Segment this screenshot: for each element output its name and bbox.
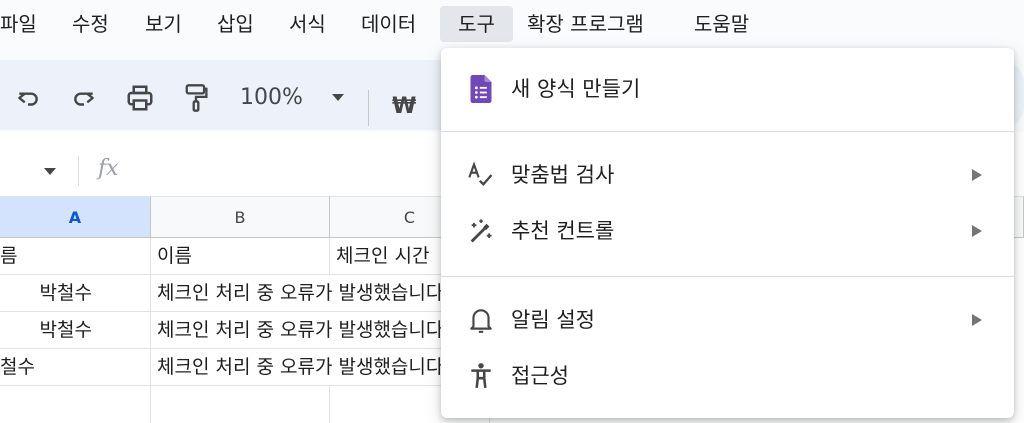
column-header-a[interactable]: A <box>0 196 151 238</box>
toolbar-divider <box>368 90 369 126</box>
paint-format-icon <box>185 84 208 112</box>
table-cell[interactable]: 박철수 <box>0 275 151 312</box>
menu-view[interactable]: 보기 <box>145 6 182 42</box>
redo-icon <box>74 92 94 106</box>
table-cell[interactable] <box>0 386 151 423</box>
table-cell[interactable]: 체크인 처리 중 오류가 발생했습니다 <box>151 275 441 312</box>
menu-extensions[interactable]: 확장 프로그램 <box>527 6 644 42</box>
table-cell[interactable] <box>151 386 330 423</box>
submenu-arrow-icon <box>972 225 982 237</box>
bell-icon <box>467 306 495 334</box>
menu-item-spellcheck[interactable]: 맞춤법 검사 <box>441 148 1014 202</box>
undo-button[interactable] <box>12 82 44 114</box>
currency-format-button[interactable]: ₩ <box>392 90 416 124</box>
fx-icon: fx <box>98 156 119 181</box>
menu-item-notification-settings[interactable]: 알림 설정 <box>441 293 1014 347</box>
menu-item-label: 알림 설정 <box>511 308 595 332</box>
submenu-arrow-icon <box>972 169 982 181</box>
menu-item-label: 맞춤법 검사 <box>511 163 615 187</box>
magic-wand-icon <box>467 217 495 245</box>
menu-format[interactable]: 서식 <box>289 6 326 42</box>
forms-icon <box>467 75 495 103</box>
redo-button[interactable] <box>68 82 100 114</box>
menu-item-label: 접근성 <box>511 364 569 388</box>
menu-item-label: 추천 컨트롤 <box>511 219 615 243</box>
table-cell[interactable]: 철수 <box>0 349 151 386</box>
table-cell[interactable]: 체크인 처리 중 오류가 발생했습니다 <box>151 349 441 386</box>
table-cell[interactable]: 이름 <box>151 238 330 275</box>
menu-divider <box>441 131 1014 132</box>
menu-data[interactable]: 데이터 <box>361 6 416 42</box>
undo-icon <box>18 92 38 106</box>
menu-insert[interactable]: 삽입 <box>217 6 254 42</box>
spellcheck-icon <box>467 161 495 189</box>
name-box-caret-icon[interactable] <box>44 168 56 175</box>
print-button[interactable] <box>124 82 156 114</box>
column-header-b[interactable]: B <box>151 196 330 238</box>
table-cell[interactable]: 박철수 <box>0 312 151 349</box>
menu-bar: 파일 수정 보기 삽입 서식 데이터 도구 확장 프로그램 도움말 <box>0 0 1024 48</box>
menu-divider <box>441 276 1014 277</box>
table-cell[interactable]: 체크인 처리 중 오류가 발생했습니다 <box>151 312 441 349</box>
zoom-select[interactable]: 100% <box>240 84 303 112</box>
formula-divider <box>78 156 79 186</box>
tools-dropdown-menu: 새 양식 만들기 맞춤법 검사 추천 컨트롤 알림 설정 접근성 <box>441 48 1014 418</box>
accessibility-icon <box>467 362 495 390</box>
menu-item-create-form[interactable]: 새 양식 만들기 <box>441 62 1014 116</box>
submenu-arrow-icon <box>972 314 982 326</box>
menu-file[interactable]: 파일 <box>0 6 37 42</box>
zoom-caret-icon[interactable] <box>332 94 344 101</box>
menu-edit[interactable]: 수정 <box>72 6 109 42</box>
paint-format-button[interactable] <box>180 82 212 114</box>
print-icon <box>127 85 153 111</box>
menu-item-accessibility[interactable]: 접근성 <box>441 349 1014 403</box>
menu-tools[interactable]: 도구 <box>440 6 513 42</box>
menu-item-smart-chips[interactable]: 추천 컨트롤 <box>441 204 1014 258</box>
table-cell[interactable]: 름 <box>0 238 151 275</box>
menu-help[interactable]: 도움말 <box>694 6 749 42</box>
menu-item-label: 새 양식 만들기 <box>511 77 641 101</box>
